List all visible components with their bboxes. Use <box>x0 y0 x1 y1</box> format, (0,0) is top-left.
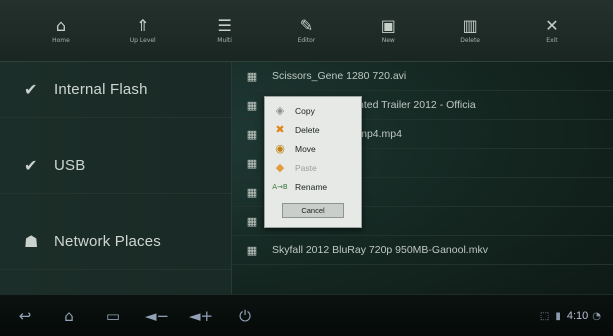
cancel-button[interactable]: Cancel <box>282 203 344 218</box>
location-spacer <box>0 194 231 214</box>
menu-item-label: Paste <box>295 162 317 173</box>
rename-icon: A→B <box>272 182 288 191</box>
editor-icon: ✎ <box>299 16 314 35</box>
video-file-icon: ▦ <box>246 127 258 141</box>
usb-icon: ✔ <box>24 156 38 175</box>
toolbar: ⌂ Home ⇑ Up Level ☰ Multi ✎ Editor ▣ New ▥ Delete ✕ E… <box>0 0 613 62</box>
move-icon: ◉ <box>275 142 285 155</box>
close-icon: ✕ <box>545 16 559 35</box>
volume-down-icon: ◄− <box>144 306 170 325</box>
up-level-icon: ⇑ <box>136 16 150 35</box>
up-button[interactable]: ⇑ Up Level <box>121 9 165 53</box>
toolbar-caption: Home <box>52 37 70 44</box>
new-folder-icon: ▣ <box>380 16 396 35</box>
flash-drive-icon: ✔ <box>24 80 38 99</box>
back-nav-button[interactable]: ↩ <box>6 301 44 331</box>
toolbar-caption: Up Level <box>129 37 156 44</box>
menu-item-move[interactable]: ◉ Move <box>265 139 361 158</box>
delete-button[interactable]: ▥ Delete <box>448 9 492 53</box>
location-label: Network Places <box>54 233 162 250</box>
menu-item-delete[interactable]: ✖ Delete <box>265 120 361 139</box>
volume-down-nav-button[interactable]: ◄− <box>138 301 176 331</box>
toolbar-caption: Exit <box>546 37 558 44</box>
recent-nav-button[interactable]: ▭ <box>94 301 132 331</box>
toolbar-caption: New <box>381 37 395 44</box>
usb-status-icon: ⬚ <box>539 310 550 322</box>
volume-up-nav-button[interactable]: ◄+ <box>182 301 220 331</box>
file-row[interactable]: ▦ Skyfall 2012 BluRay 720p 950MB-Ganool.m… <box>232 236 613 265</box>
context-menu: ◈ Copy ✖ Delete ◉ Move ◆ Paste A→B Rename Cancel <box>264 96 362 228</box>
menu-item-rename[interactable]: A→B Rename <box>265 177 361 196</box>
file-name: Skyfall 2012 BluRay 720p 950MB-Ganool.mk… <box>272 244 488 256</box>
file-row[interactable]: ▦ Scissors_Gene 1280 720.avi <box>232 62 613 91</box>
wifi-icon: ◔ <box>592 310 601 322</box>
exit-button[interactable]: ✕ Exit <box>530 9 574 53</box>
network-icon: ☗ <box>24 232 39 251</box>
copy-icon: ◈ <box>275 104 285 117</box>
volume-up-icon: ◄+ <box>188 306 214 325</box>
home-icon: ⌂ <box>64 306 74 325</box>
video-file-icon: ▦ <box>246 98 258 112</box>
location-item[interactable]: ✔ Internal Flash <box>0 62 231 118</box>
location-item[interactable]: ✔ USB <box>0 138 231 194</box>
menu-item-copy[interactable]: ◈ Copy <box>265 101 361 120</box>
file-name: Scissors_Gene 1280 720.avi <box>272 70 407 82</box>
home-nav-button[interactable]: ⌂ <box>50 301 88 331</box>
home-icon: ⌂ <box>55 16 66 35</box>
delete-x-icon: ✖ <box>275 123 285 136</box>
location-spacer <box>0 270 231 290</box>
video-file-icon: ▦ <box>246 69 258 83</box>
multi-button[interactable]: ☰ Multi <box>203 9 247 53</box>
menu-item-label: Delete <box>295 124 320 135</box>
toolbar-caption: Multi <box>217 37 232 44</box>
recent-apps-icon: ▭ <box>105 306 121 325</box>
menu-item-label: Move <box>295 143 316 154</box>
toolbar-caption: Editor <box>297 37 316 44</box>
video-file-icon: ▦ <box>246 185 258 199</box>
menu-item-label: Rename <box>295 181 328 192</box>
power-icon: ⏻ <box>239 306 251 325</box>
home-button[interactable]: ⌂ Home <box>39 9 83 53</box>
sd-card-icon: ▮ <box>555 310 561 322</box>
location-label: Internal Flash <box>54 81 148 98</box>
new-button[interactable]: ▣ New <box>366 9 410 53</box>
clock: 4:10 <box>566 310 589 322</box>
editor-button[interactable]: ✎ Editor <box>284 9 328 53</box>
video-file-icon: ▦ <box>246 156 258 170</box>
status-area: ⬚ ▮ 4:10 ◔ <box>540 295 607 336</box>
menu-item-paste: ◆ Paste <box>265 158 361 177</box>
paste-icon: ◆ <box>275 161 285 174</box>
menu-item-label: Copy <box>295 105 315 116</box>
multi-select-icon: ☰ <box>217 16 232 35</box>
locations-panel: ✔ Internal Flash ✔ USB ☗ Network Places <box>0 62 232 294</box>
location-spacer <box>0 118 231 138</box>
video-file-icon: ▦ <box>246 214 258 228</box>
video-file-icon: ▦ <box>246 243 258 257</box>
system-navbar: ↩ ⌂ ▭ ◄− ◄+ ⏻ ⬚ ▮ 4:10 ◔ <box>0 294 613 336</box>
power-nav-button[interactable]: ⏻ <box>226 301 264 331</box>
back-icon: ↩ <box>18 306 32 325</box>
location-item[interactable]: ☗ Network Places <box>0 214 231 270</box>
location-label: USB <box>54 157 86 174</box>
trash-icon: ▥ <box>462 16 478 35</box>
toolbar-caption: Delete <box>460 37 480 44</box>
